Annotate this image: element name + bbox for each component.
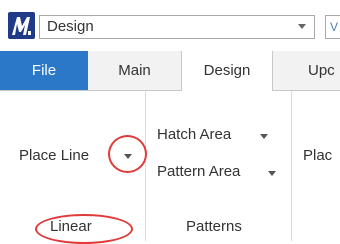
group-divider — [291, 91, 292, 241]
pattern-area-button[interactable]: Pattern Area — [157, 163, 240, 180]
place-line-button[interactable]: Place Line — [19, 147, 89, 164]
chevron-down-icon — [298, 24, 306, 29]
microstation-logo-icon[interactable] — [8, 12, 35, 39]
workflow-selected-value: Design — [47, 18, 94, 35]
partial-button-glyph: V — [330, 20, 339, 34]
annotation-circle-dropdown — [108, 135, 147, 173]
place-button-partial[interactable]: Plac — [303, 147, 332, 164]
ribbon-panel: Place Line Linear Hatch Area Pattern Are… — [0, 90, 340, 244]
patterns-group-label: Patterns — [186, 218, 242, 235]
workflow-dropdown[interactable]: Design — [39, 15, 315, 39]
group-divider — [145, 91, 146, 241]
chevron-down-icon[interactable] — [268, 171, 276, 176]
search-button-partial[interactable]: V — [325, 15, 340, 39]
tab-design[interactable]: Design — [181, 51, 273, 91]
chevron-down-icon[interactable] — [260, 134, 268, 139]
hatch-area-button[interactable]: Hatch Area — [157, 126, 231, 143]
tab-main[interactable]: Main — [88, 51, 181, 90]
workflow-bar: Design V — [0, 0, 340, 51]
tab-file[interactable]: File — [0, 51, 88, 90]
tab-update-partial[interactable]: Upc — [273, 51, 340, 90]
ribbon-tabs: File Main Design Upc — [0, 51, 340, 91]
